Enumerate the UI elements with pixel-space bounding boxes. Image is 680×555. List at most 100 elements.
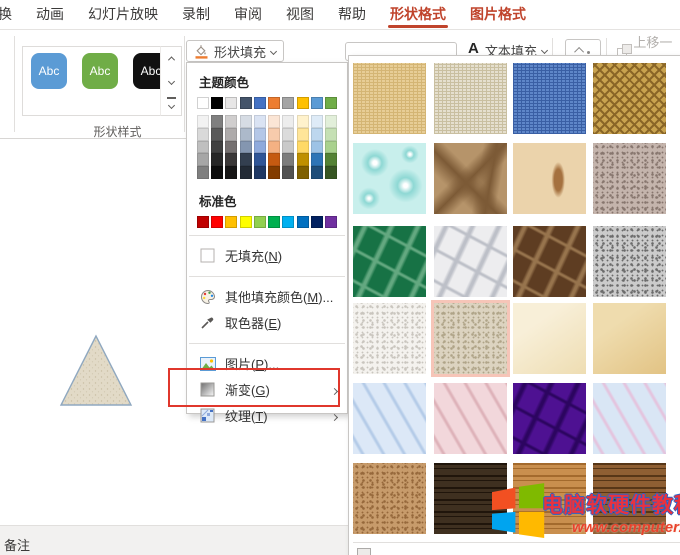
variant-color-1-4[interactable] [211, 166, 223, 179]
shape-style-preset-0[interactable]: Abc [31, 53, 67, 89]
variant-color-6-2[interactable] [282, 141, 294, 154]
variant-color-7-4[interactable] [297, 166, 309, 179]
texture-tile-medium-wood[interactable] [593, 463, 666, 534]
variant-color-6-4[interactable] [282, 166, 294, 179]
variant-color-0-1[interactable] [197, 128, 209, 141]
variant-color-8-0[interactable] [311, 115, 323, 128]
texture-tile-paper-bag[interactable] [434, 143, 507, 214]
variant-color-2-3[interactable] [225, 153, 237, 166]
standard-color-4[interactable] [254, 216, 266, 228]
menu-tab-7[interactable]: 形状格式 [378, 0, 458, 30]
variant-color-5-3[interactable] [268, 153, 280, 166]
variant-color-3-0[interactable] [240, 115, 252, 128]
standard-color-1[interactable] [211, 216, 223, 228]
variant-color-6-1[interactable] [282, 128, 294, 141]
texture-tile-denim[interactable] [513, 63, 586, 134]
standard-color-2[interactable] [225, 216, 237, 228]
theme-color-3[interactable] [240, 97, 252, 109]
texture-tile-recycled-paper[interactable] [434, 303, 507, 374]
texture-tile-brown-marble[interactable] [513, 226, 586, 297]
shape-style-preset-1[interactable]: Abc [82, 53, 118, 89]
variant-color-1-1[interactable] [211, 128, 223, 141]
variant-color-7-2[interactable] [297, 141, 309, 154]
texture-tile-water-droplets[interactable] [353, 143, 426, 214]
gallery-scroll-down-button[interactable] [161, 70, 181, 93]
variant-color-2-1[interactable] [225, 128, 237, 141]
variant-color-5-0[interactable] [268, 115, 280, 128]
gallery-more-button[interactable] [161, 92, 181, 115]
texture-tile-bouquet[interactable] [593, 383, 666, 454]
theme-color-2[interactable] [225, 97, 237, 109]
fill-menu-item-eyedropper[interactable]: 取色器(E) [187, 310, 347, 336]
variant-color-9-4[interactable] [325, 166, 337, 179]
variant-color-6-0[interactable] [282, 115, 294, 128]
variant-color-0-2[interactable] [197, 141, 209, 154]
texture-tile-pink-tissue-paper[interactable] [434, 383, 507, 454]
menu-tab-1[interactable]: 动画 [24, 0, 76, 30]
variant-color-3-3[interactable] [240, 153, 252, 166]
texture-tile-woven-mat[interactable] [593, 63, 666, 134]
menu-tab-6[interactable]: 帮助 [326, 0, 378, 30]
texture-tile-walnut[interactable] [434, 463, 507, 534]
theme-color-8[interactable] [311, 97, 323, 109]
variant-color-2-2[interactable] [225, 141, 237, 154]
variant-color-7-3[interactable] [297, 153, 309, 166]
texture-tile-fish-fossil[interactable] [513, 143, 586, 214]
theme-color-5[interactable] [268, 97, 280, 109]
variant-color-4-4[interactable] [254, 166, 266, 179]
variant-color-5-4[interactable] [268, 166, 280, 179]
shape-fill-button[interactable]: 形状填充 [186, 40, 284, 62]
variant-color-4-0[interactable] [254, 115, 266, 128]
variant-color-6-3[interactable] [282, 153, 294, 166]
menu-tab-8[interactable]: 图片格式 [458, 0, 538, 30]
standard-color-3[interactable] [240, 216, 252, 228]
texture-tile-papyrus[interactable] [353, 63, 426, 134]
texture-tile-oak[interactable] [513, 463, 586, 534]
variant-color-8-4[interactable] [311, 166, 323, 179]
variant-color-4-3[interactable] [254, 153, 266, 166]
theme-color-4[interactable] [254, 97, 266, 109]
fill-menu-item-gradient[interactable]: 渐变(G) [187, 377, 347, 403]
menu-tab-0[interactable]: 换 [0, 0, 24, 30]
variant-color-1-3[interactable] [211, 153, 223, 166]
fill-menu-item-palette[interactable]: 其他填充颜色(M)... [187, 284, 347, 310]
standard-color-0[interactable] [197, 216, 209, 228]
texture-tile-purple-mesh[interactable] [513, 383, 586, 454]
variant-color-3-2[interactable] [240, 141, 252, 154]
texture-tile-cork[interactable] [353, 463, 426, 534]
theme-color-7[interactable] [297, 97, 309, 109]
texture-tile-canvas[interactable] [434, 63, 507, 134]
variant-color-3-4[interactable] [240, 166, 252, 179]
texture-tile-green-marble[interactable] [353, 226, 426, 297]
gallery-scroll-up-button[interactable] [161, 47, 181, 70]
texture-tile-sand[interactable] [593, 143, 666, 214]
theme-color-6[interactable] [282, 97, 294, 109]
variant-color-0-3[interactable] [197, 153, 209, 166]
fill-menu-item-no-fill[interactable]: 无填充(N) [187, 243, 347, 269]
variant-color-1-2[interactable] [211, 141, 223, 154]
fill-menu-item-texture[interactable]: 纹理(T) [187, 403, 347, 429]
variant-color-5-2[interactable] [268, 141, 280, 154]
standard-color-9[interactable] [325, 216, 337, 228]
variant-color-8-1[interactable] [311, 128, 323, 141]
texture-tile-newsprint[interactable] [353, 303, 426, 374]
variant-color-4-2[interactable] [254, 141, 266, 154]
texture-tile-granite[interactable] [593, 226, 666, 297]
variant-color-4-1[interactable] [254, 128, 266, 141]
menu-tab-5[interactable]: 视图 [274, 0, 326, 30]
texture-tile-white-marble[interactable] [434, 226, 507, 297]
standard-color-6[interactable] [282, 216, 294, 228]
variant-color-2-4[interactable] [225, 166, 237, 179]
menu-tab-3[interactable]: 录制 [170, 0, 222, 30]
variant-color-0-4[interactable] [197, 166, 209, 179]
variant-color-9-1[interactable] [325, 128, 337, 141]
menu-tab-4[interactable]: 审阅 [222, 0, 274, 30]
variant-color-3-1[interactable] [240, 128, 252, 141]
variant-color-8-3[interactable] [311, 153, 323, 166]
variant-color-5-1[interactable] [268, 128, 280, 141]
variant-color-0-0[interactable] [197, 115, 209, 128]
theme-color-0[interactable] [197, 97, 209, 109]
triangle-shape[interactable] [58, 333, 134, 414]
menu-tab-2[interactable]: 幻灯片放映 [76, 0, 170, 30]
variant-color-9-0[interactable] [325, 115, 337, 128]
